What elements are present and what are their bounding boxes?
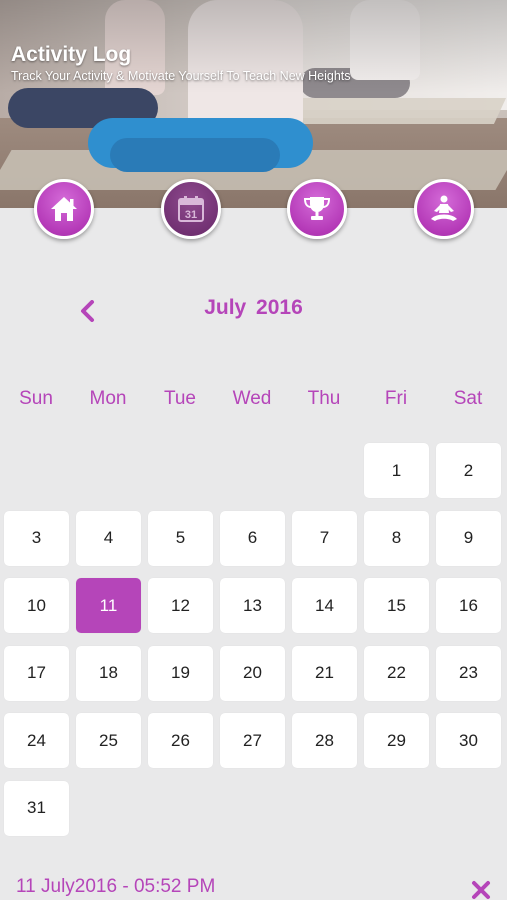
calendar-day[interactable]: 31 [4,780,69,836]
calendar-day[interactable]: 1 [364,443,429,498]
calendar-day[interactable]: 2 [436,443,501,498]
trophy-icon [303,197,331,220]
calendar-day[interactable]: 16 [436,578,501,633]
month-navigator: July 2016 [0,290,507,330]
page-subtitle: Track Your Activity & Motivate Yourself … [11,69,351,83]
calendar-day[interactable]: 6 [220,510,285,566]
calendar-day[interactable]: 7 [292,510,357,566]
page-title: Activity Log [11,43,132,66]
calendar-day[interactable]: 20 [220,645,285,701]
home-icon [51,197,77,221]
close-icon [472,881,490,899]
weekday-header-row: Sun Mon Tue Wed Thu Fri Sat [0,388,507,412]
meditation-icon [431,195,457,221]
calendar-day[interactable]: 28 [292,713,357,768]
calendar-day[interactable]: 25 [76,713,141,768]
calendar-day[interactable]: 18 [76,645,141,701]
calendar-day[interactable]: 21 [292,645,357,701]
calendar-day[interactable]: 5 [148,510,213,566]
calendar-day[interactable]: 22 [364,645,429,701]
calendar-icon: 31 [178,196,204,222]
banner-shade [0,0,507,208]
month-title: July 2016 [204,296,303,319]
weekday-label: Sun [19,388,53,409]
calendar-day[interactable]: 14 [292,578,357,633]
calendar-day[interactable]: 24 [4,713,69,768]
activity-entry-date: 11 July2016 - 05:52 PM [16,876,216,897]
nav-achievements-button[interactable] [287,179,347,239]
weekday-label: Wed [232,388,272,409]
calendar-day[interactable]: 12 [148,578,213,633]
weekday-label: Tue [163,388,197,409]
weekday-label: Sat [453,388,483,409]
calendar-day[interactable]: 3 [4,510,69,566]
calendar-day-selected[interactable]: 11 [76,578,141,633]
calendar-day[interactable]: 26 [148,713,213,768]
nav-meditation-button[interactable] [414,179,474,239]
calendar-day[interactable]: 27 [220,713,285,768]
calendar-day[interactable]: 29 [364,713,429,768]
calendar-day[interactable]: 9 [436,510,501,566]
nav-calendar-button[interactable]: 31 [161,179,221,239]
calendar-day[interactable]: 30 [436,713,501,768]
calendar-day[interactable]: 17 [4,645,69,701]
nav-home-button[interactable] [34,179,94,239]
calendar-day[interactable]: 10 [4,578,69,633]
weekday-label: Mon [89,388,127,409]
header-banner: Activity Log Track Your Activity & Motiv… [0,0,507,208]
weekday-label: Thu [307,388,341,409]
calendar-day[interactable]: 13 [220,578,285,633]
calendar-day[interactable]: 19 [148,645,213,701]
calendar-day[interactable]: 15 [364,578,429,633]
delete-entry-button[interactable] [470,879,492,900]
calendar-day[interactable]: 4 [76,510,141,566]
svg-text:31: 31 [185,209,197,221]
calendar-day[interactable]: 23 [436,645,501,701]
weekday-label: Fri [384,388,408,409]
calendar-day[interactable]: 8 [364,510,429,566]
